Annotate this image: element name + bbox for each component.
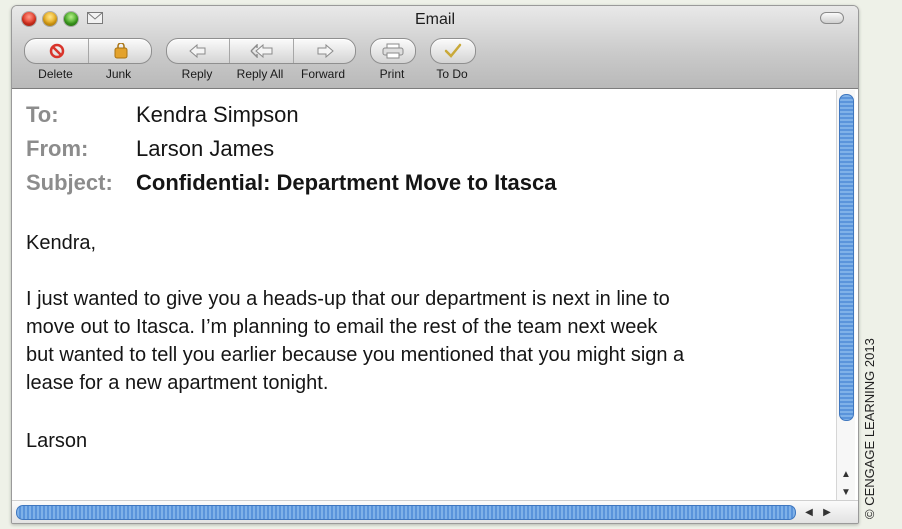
print-button[interactable] (370, 38, 416, 64)
reply-all-label: Reply All (236, 67, 284, 81)
to-value: Kendra Simpson (136, 102, 299, 127)
todo-button-face (431, 39, 475, 63)
reply-all-icon (250, 44, 273, 58)
signature: Larson (26, 430, 88, 452)
todo-label: To Do (436, 67, 468, 81)
copyright-notice: © CENGAGE LEARNING 2013 (862, 338, 877, 519)
scroll-down-arrow-icon[interactable]: ▼ (837, 484, 855, 500)
forward-label: Forward (300, 67, 345, 81)
delete-icon (49, 43, 64, 59)
greeting: Kendra, (26, 232, 97, 254)
body-line-4: lease for a new apartment tonight. (26, 372, 329, 394)
printer-icon (382, 43, 404, 59)
subject-value: Confidential: Department Move to Itasca (136, 170, 557, 195)
horizontal-scrollbar[interactable]: ◀ ▶ (12, 500, 858, 523)
junk-icon (114, 43, 127, 59)
to-label: To: (26, 102, 59, 127)
from-label: From: (26, 136, 89, 161)
todo-button[interactable] (430, 38, 476, 64)
toolbar: Email Delete Junk Reply Reply All Forwar… (12, 6, 858, 89)
print-label: Print (379, 67, 405, 81)
toolbar-toggle-button[interactable] (820, 12, 844, 24)
body-line-3: but wanted to tell you earlier because y… (26, 344, 685, 366)
print-button-face (371, 39, 415, 63)
checkmark-icon (444, 43, 462, 58)
reply-all-button[interactable] (229, 39, 294, 63)
from-value: Larson James (136, 136, 275, 161)
reply-button[interactable] (167, 39, 229, 63)
window-title: Email (414, 11, 455, 28)
subject-label: Subject: (26, 170, 113, 195)
body-line-1: I just wanted to give you a heads-up tha… (26, 288, 670, 310)
junk-button[interactable] (88, 39, 152, 63)
vertical-scroll-thumb[interactable] (839, 94, 854, 421)
scroll-up-arrow-icon[interactable]: ▲ (837, 466, 855, 482)
email-window: Email Delete Junk Reply Reply All Forwar… (11, 5, 859, 524)
reply-group (166, 38, 356, 64)
scroll-left-arrow-icon[interactable]: ◀ (800, 504, 818, 520)
vertical-scrollbar[interactable]: ▲ ▼ (836, 90, 855, 510)
delete-label: Delete (38, 67, 73, 81)
reply-label: Reply (181, 67, 213, 81)
forward-button[interactable] (293, 39, 356, 63)
horizontal-scroll-thumb[interactable] (16, 505, 796, 520)
scroll-right-arrow-icon[interactable]: ▶ (818, 504, 836, 520)
body-line-2: move out to Itasca. I’m planning to emai… (26, 316, 658, 338)
delete-junk-group (24, 38, 152, 64)
forward-arrow-icon (317, 44, 334, 58)
junk-label: Junk (105, 67, 132, 81)
reply-arrow-icon (189, 44, 206, 58)
delete-button[interactable] (25, 39, 88, 63)
